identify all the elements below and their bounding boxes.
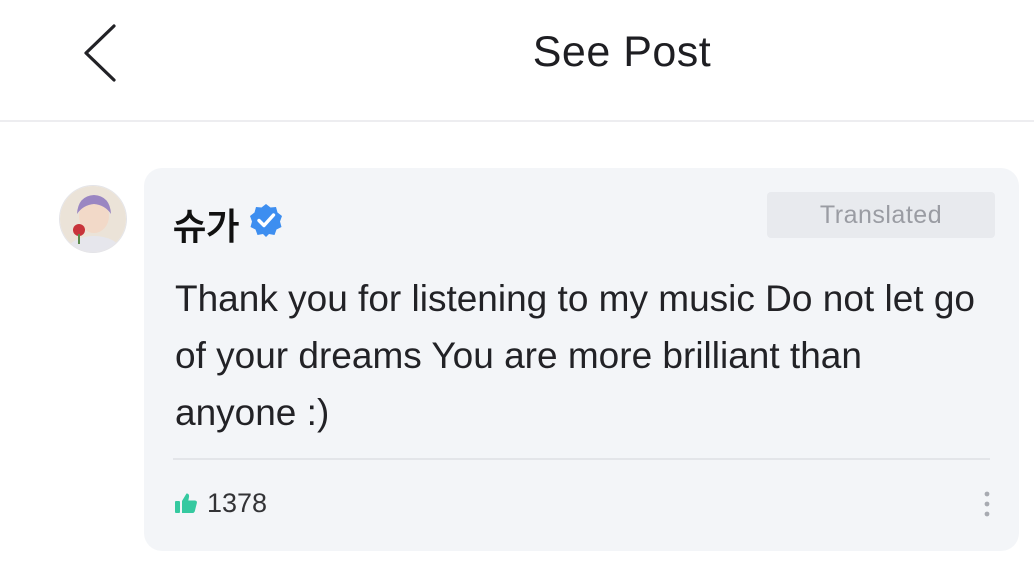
page-title: See Post — [532, 28, 712, 76]
verified-badge-icon — [250, 204, 282, 237]
more-options-button[interactable] — [972, 486, 1002, 522]
divider — [173, 458, 990, 460]
post-text: Thank you for listening to my music Do n… — [175, 278, 975, 433]
more-vertical-icon — [984, 491, 990, 517]
post-card: 슈가 Translated Thank you for listening to… — [144, 168, 1019, 551]
top-bar: See Post — [0, 0, 1034, 122]
author-name[interactable]: 슈가 — [173, 198, 239, 250]
avatar[interactable] — [60, 186, 126, 252]
like-button[interactable]: 1378 — [174, 486, 267, 520]
like-count: 1378 — [207, 487, 268, 518]
translated-button[interactable]: Translated — [767, 192, 995, 238]
thumbs-up-icon — [175, 493, 197, 513]
avatar-image — [60, 186, 126, 252]
